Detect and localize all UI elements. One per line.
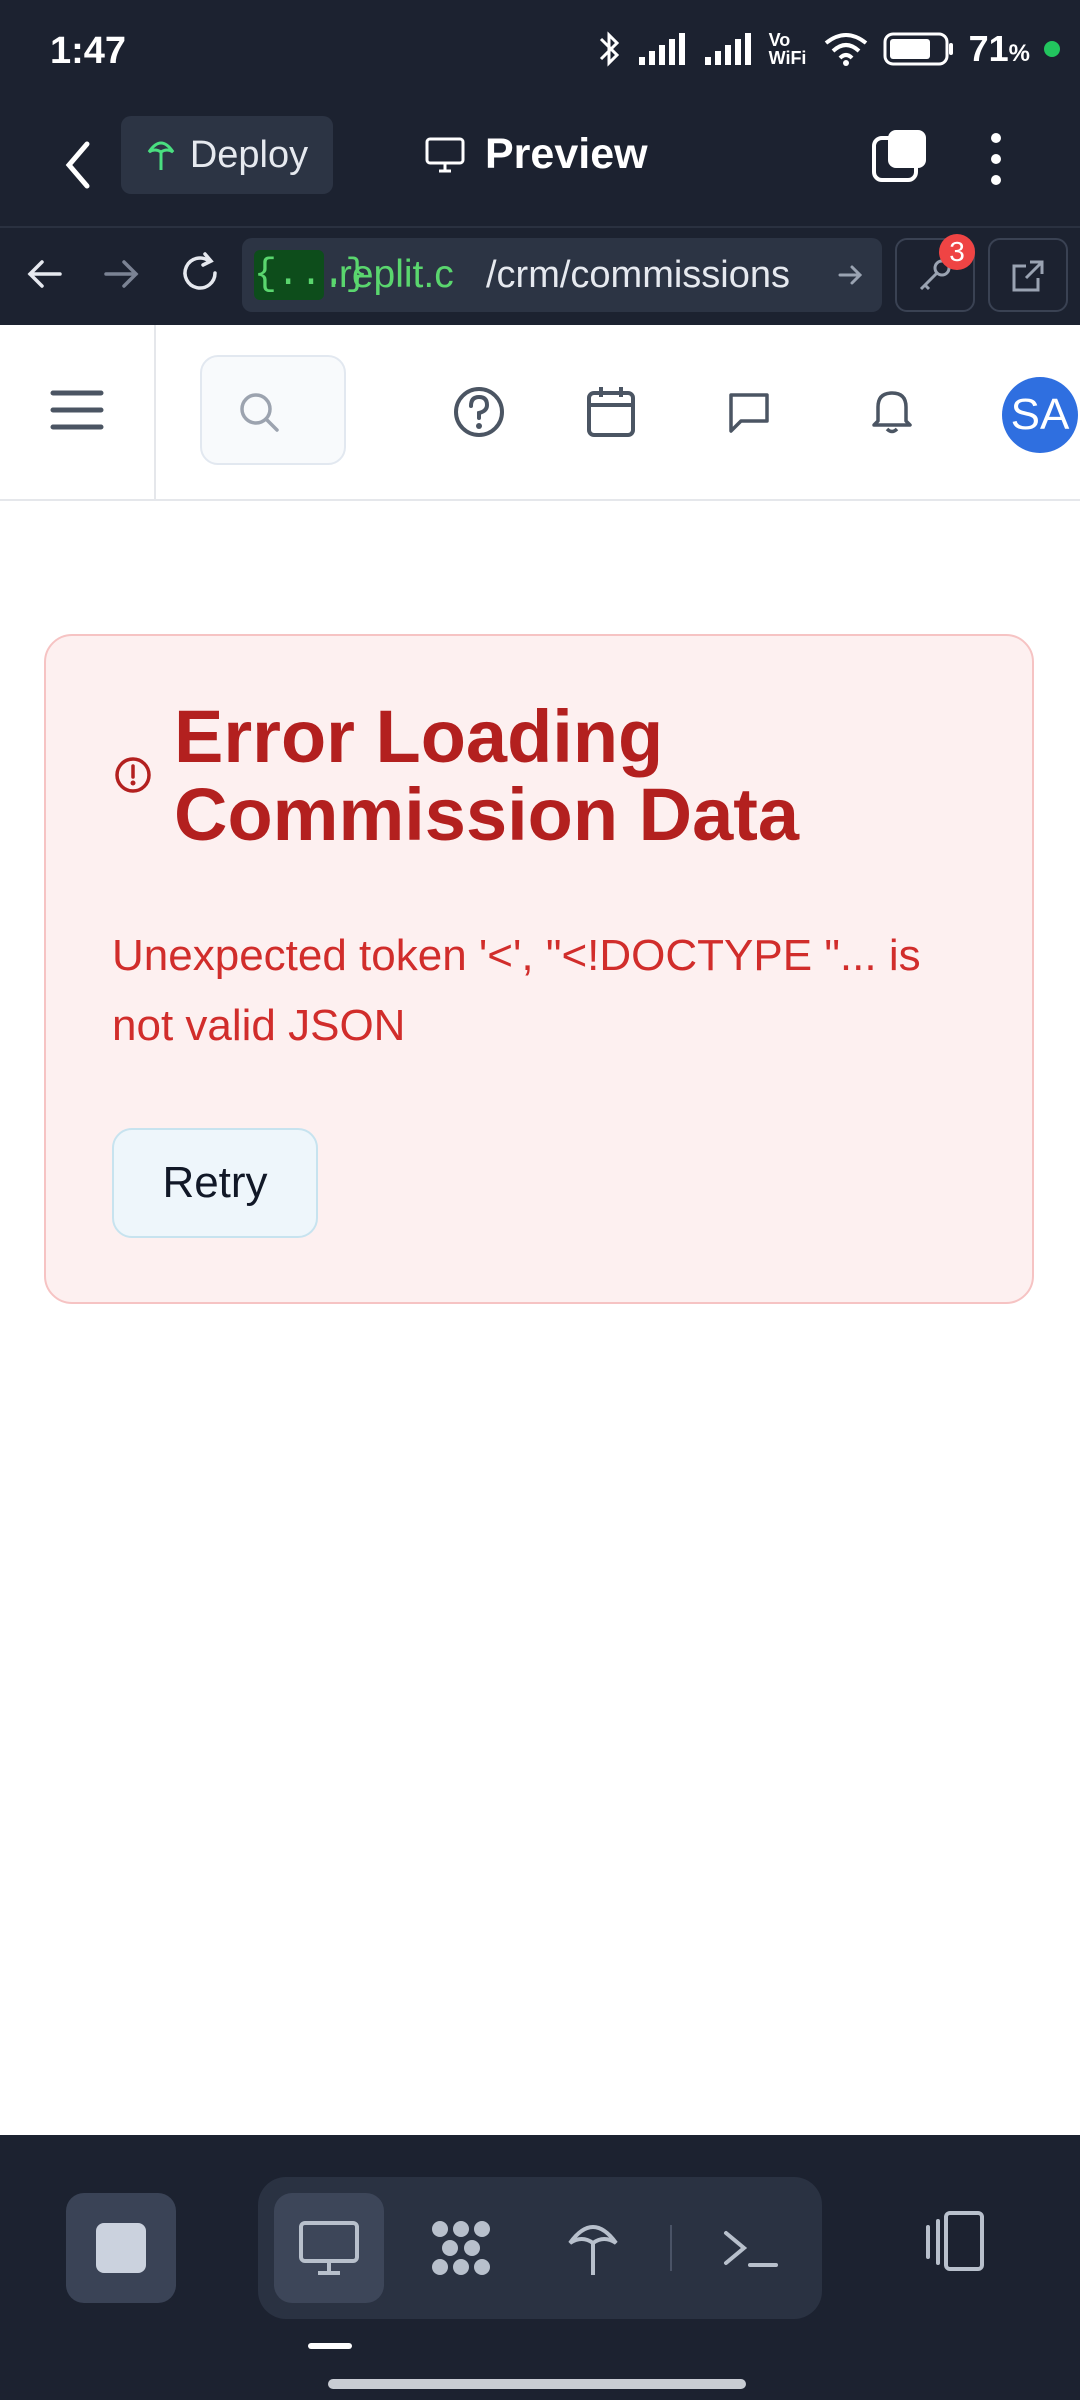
replit-bottom-bar [0,2135,1080,2400]
menu-icon[interactable] [50,385,104,435]
alert-circle-icon [115,757,151,793]
tool-separator [670,2225,672,2271]
open-external-button[interactable] [988,238,1068,312]
sidebar-toggle-area [0,325,156,499]
preview-label: Preview [485,130,648,178]
home-indicator[interactable] [328,2379,746,2389]
url-host: .replit.c [328,253,454,296]
terminal-icon [724,2231,778,2267]
status-time: 1:47 [50,30,127,72]
stop-icon [96,2223,146,2273]
crm-topbar: SA [0,325,1080,501]
tool-group [258,2177,822,2319]
battery-level: 71% [968,28,1030,69]
battery-icon [883,32,953,66]
avatar[interactable]: SA [1002,377,1078,453]
help-icon[interactable] [452,385,506,439]
signal-icon [638,33,685,65]
stop-button[interactable] [66,2193,176,2303]
secrets-button[interactable]: 3 [895,234,975,312]
search-icon [240,393,279,432]
workflows-tool-button[interactable] [406,2193,516,2303]
url-bar[interactable]: {...} .replit.c /crm/commissions [242,238,882,312]
retry-button[interactable]: Retry [112,1128,318,1238]
desktop-icon [299,2221,359,2275]
bell-icon[interactable] [870,387,914,435]
status-icons: Vo WiFi 71% [597,28,1060,70]
error-message: Unexpected token '<', "<!DOCTYPE "... is… [112,931,921,1050]
shell-tool-button[interactable] [696,2193,806,2303]
kebab-icon[interactable] [970,126,1022,192]
privacy-dot [1044,41,1060,57]
device-rotate-icon[interactable] [920,2207,990,2277]
app-header: Deploy Preview [0,108,1080,226]
deploy-tree-icon [568,2225,618,2275]
url-path: /crm/commissions [486,254,791,296]
deploy-tool-button[interactable] [538,2193,648,2303]
deploy-button[interactable]: Deploy [121,116,333,194]
browser-url-row: {...} .replit.c /crm/commissions 3 [0,226,1080,327]
chat-icon[interactable] [727,391,771,435]
workflow-icon [432,2221,490,2275]
error-card: Error Loading Commission Data Unexpected… [44,634,1034,1304]
reload-icon[interactable] [175,248,225,298]
url-host-tag: {...} [254,250,368,300]
preview-tool-button[interactable] [274,2193,384,2303]
search-input[interactable] [200,355,346,465]
nav-forward-icon[interactable] [100,252,144,296]
bluetooth-icon [599,31,619,67]
signal-icon-2 [704,33,751,65]
back-icon[interactable] [55,130,105,200]
replit-top-chrome: 1:47 Vo WiFi 71% Deploy Preview {...} .r… [0,0,1080,325]
status-bar: 1:47 Vo WiFi 71% [0,0,1080,108]
external-link-icon [1012,260,1044,292]
monitor-icon [425,137,465,172]
arrow-right-icon[interactable] [836,258,866,292]
deploy-icon [147,141,175,170]
error-title: Error Loading Commission Data [174,695,800,856]
vowifi-label: Vo WiFi [768,30,807,68]
preview-tab[interactable]: Preview [425,130,648,179]
nav-back-icon[interactable] [22,252,66,296]
deploy-label: Deploy [189,133,309,176]
calendar-icon[interactable] [586,385,636,439]
active-tab-indicator [308,2343,352,2349]
wifi-icon [824,33,867,66]
secrets-badge: 3 [939,234,975,270]
tabs-icon[interactable] [872,128,928,184]
